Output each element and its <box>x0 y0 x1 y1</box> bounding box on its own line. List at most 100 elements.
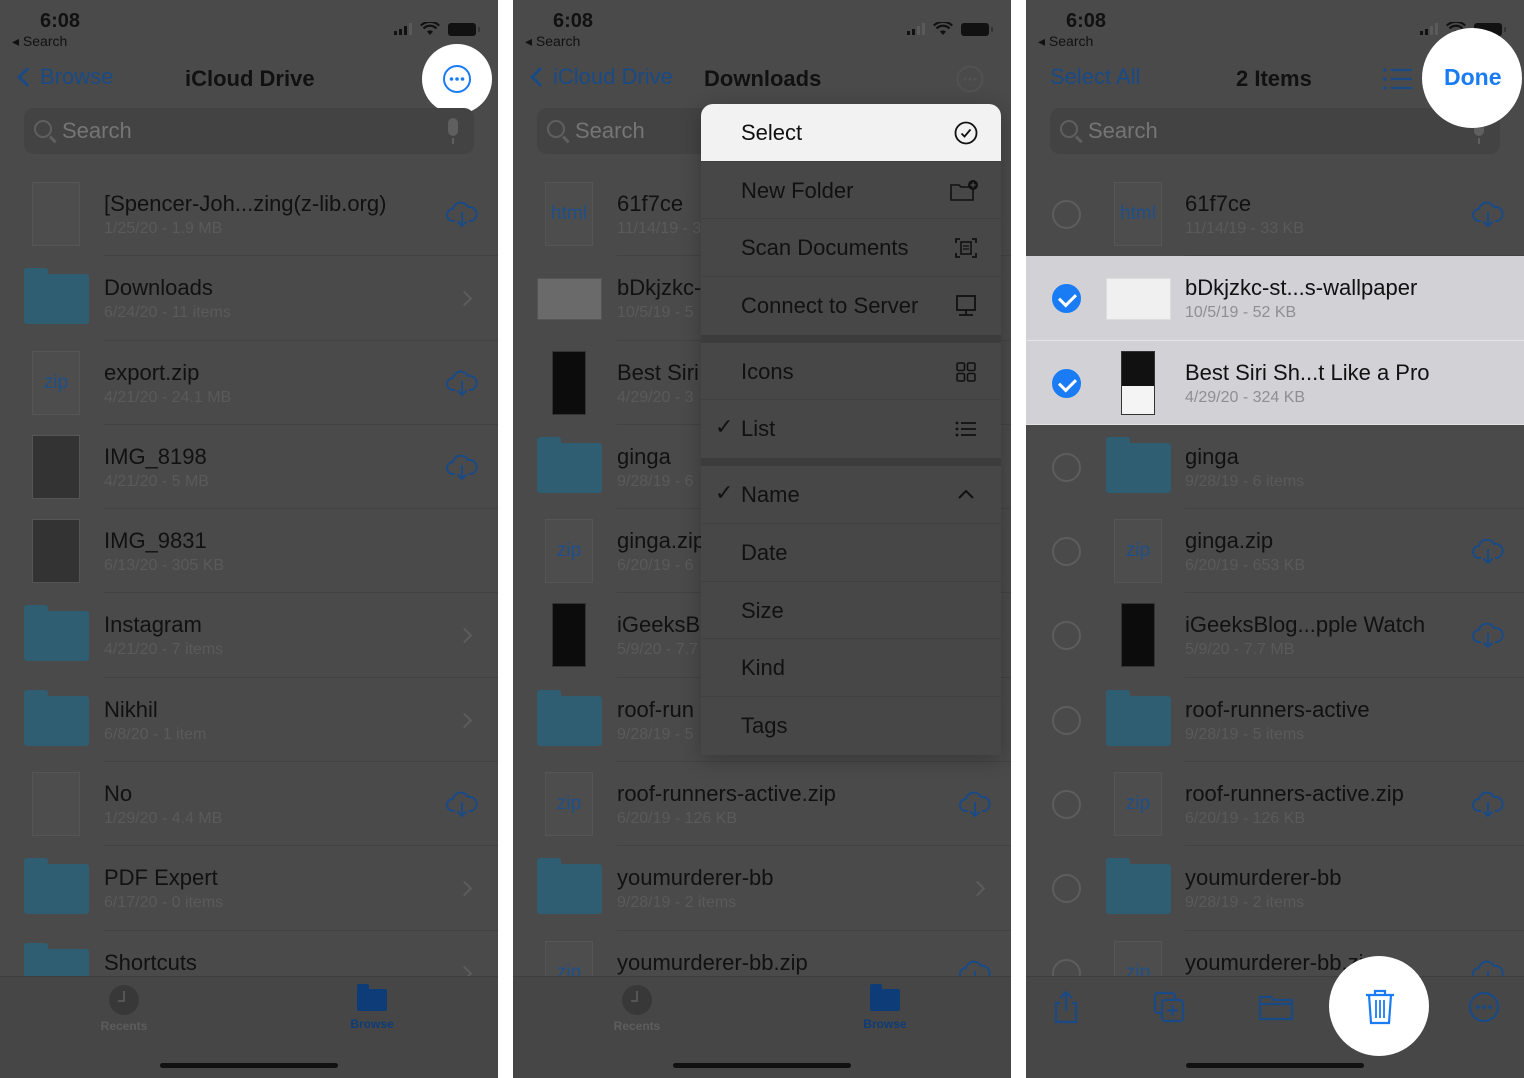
file-name: Downloads <box>104 275 213 301</box>
file-meta: 6/20/19 - 126 KB <box>1185 810 1306 828</box>
move-folder-icon[interactable] <box>1258 989 1294 1025</box>
list-item[interactable]: youmurderer-bb 9/28/19 - 2 items <box>513 846 1011 931</box>
menu-item-sort-size[interactable]: Size <box>701 582 1001 640</box>
file-name: iGeeksB <box>617 612 701 638</box>
menu-item-icons-view[interactable]: Icons <box>701 343 1001 401</box>
more-ellipsis-circle-icon[interactable] <box>1466 989 1502 1025</box>
list-item[interactable]: Instagram 4/21/20 - 7 items <box>0 593 498 678</box>
tab-browse[interactable]: Browse <box>322 984 422 1031</box>
checkmark-circle-icon <box>954 121 978 145</box>
download-cloud-icon[interactable] <box>1472 790 1504 818</box>
list-item[interactable]: zip export.zip 4/21/20 - 24.1 MB <box>0 341 498 425</box>
selection-checkbox[interactable] <box>1052 621 1081 651</box>
menu-item-sort-tags[interactable]: Tags <box>701 697 1001 755</box>
download-cloud-icon[interactable] <box>446 369 478 397</box>
download-cloud-icon[interactable] <box>446 453 478 481</box>
list-item[interactable]: iGeeksBlog...pple Watch 5/9/20 - 7.7 MB <box>1026 593 1524 678</box>
tab-recents[interactable]: Recents <box>74 985 174 1033</box>
home-indicator <box>160 1063 338 1068</box>
menu-item-select[interactable]: Select <box>701 104 1001 162</box>
file-name: roof-run <box>617 696 695 722</box>
selection-checkbox[interactable] <box>1052 537 1081 567</box>
microphone-icon[interactable] <box>448 118 458 144</box>
list-item[interactable]: html 61f7ce 11/14/19 - 33 KB <box>1026 172 1524 257</box>
list-item[interactable]: Best Siri Sh...t Like a Pro 4/29/20 - 324… <box>1026 340 1524 425</box>
list-item[interactable]: bDkjzkc-st...s-wallpaper 10/5/19 - 52 KB <box>1026 256 1524 341</box>
thumbnail-label: zip <box>1125 540 1151 562</box>
selection-checkbox[interactable] <box>1052 874 1081 904</box>
menu-item-list-view[interactable]: ✓ List <box>701 400 1001 458</box>
list-view-icon[interactable] <box>1382 66 1414 92</box>
duplicate-icon[interactable] <box>1151 989 1187 1025</box>
search-bar[interactable] <box>1050 108 1500 154</box>
status-time: 6:08 <box>553 10 594 32</box>
file-name: iGeeksBlog...pple Watch <box>1185 612 1426 638</box>
menu-item-new-folder[interactable]: New Folder <box>701 162 1001 220</box>
search-input[interactable] <box>1088 118 1448 144</box>
menu-item-connect-to-server[interactable]: Connect to Server <box>701 277 1001 335</box>
list-item[interactable]: zip ginga.zip 6/20/19 - 653 KB <box>1026 509 1524 594</box>
file-thumbnail: zip <box>1114 772 1162 837</box>
back-to-app-link[interactable]: ◂ Search <box>12 33 67 50</box>
file-list: html 61f7ce 11/14/19 - 33 KB bDkjzkc-st...s… <box>1026 172 1524 1015</box>
file-name: Shortcuts <box>104 949 197 975</box>
list-item[interactable]: zip roof-runners-active.zip 6/20/19 - 126 … <box>1026 762 1524 847</box>
tab-browse[interactable]: Browse <box>835 984 935 1031</box>
desktop-computer-icon <box>956 295 976 316</box>
search-input[interactable] <box>62 118 422 144</box>
file-meta: 5/9/20 - 7.7 MB <box>1185 641 1295 659</box>
list-item[interactable]: zip roof-runners-active.zip 6/20/19 - 126 … <box>513 762 1011 847</box>
search-bar[interactable] <box>24 108 474 154</box>
list-item[interactable]: roof-runners-active 9/28/19 - 5 items <box>1026 678 1524 763</box>
select-all-button[interactable]: Select All <box>1050 64 1141 90</box>
download-cloud-icon[interactable] <box>1472 537 1504 565</box>
trash-icon[interactable] <box>1363 988 1397 1026</box>
download-cloud-icon[interactable] <box>446 200 478 228</box>
list-item[interactable]: youmurderer-bb 9/28/19 - 2 items <box>1026 846 1524 931</box>
list-item[interactable]: [Spencer-Joh...zing(z-lib.org) 1/25/20 - … <box>0 172 498 257</box>
list-item[interactable]: PDF Expert 6/17/20 - 0 items <box>0 846 498 931</box>
selection-checkbox[interactable] <box>1052 284 1081 314</box>
file-name: export.zip <box>104 359 200 385</box>
back-button[interactable]: Browse <box>14 64 113 90</box>
file-name: youmurderer-bb.zip <box>617 949 808 975</box>
menu-item-sort-kind[interactable]: Kind <box>701 639 1001 697</box>
tab-recents[interactable]: Recents <box>587 985 687 1033</box>
list-item[interactable]: Downloads 6/24/20 - 11 items <box>0 256 498 341</box>
download-cloud-icon[interactable] <box>1472 200 1504 228</box>
download-cloud-icon[interactable] <box>959 790 991 818</box>
folder-icon <box>24 858 89 915</box>
file-thumbnail <box>1106 278 1171 321</box>
thumbnail-label: zip <box>556 540 582 562</box>
back-to-app-link[interactable]: ◂ Search <box>1038 33 1093 50</box>
menu-item-sort-date[interactable]: Date <box>701 524 1001 582</box>
list-item[interactable]: IMG_9831 6/13/20 - 305 KB <box>0 509 498 594</box>
download-cloud-icon[interactable] <box>446 790 478 818</box>
menu-item-sort-name[interactable]: ✓ Name <box>701 466 1001 524</box>
selection-checkbox[interactable] <box>1052 368 1081 398</box>
list-item[interactable]: IMG_8198 4/21/20 - 5 MB <box>0 425 498 510</box>
back-button[interactable]: iCloud Drive <box>527 64 673 90</box>
list-item[interactable]: Nikhil 6/8/20 - 1 item <box>0 678 498 763</box>
back-to-app-link[interactable]: ◂ Search <box>525 33 580 50</box>
done-button[interactable]: Done <box>1444 64 1502 91</box>
more-ellipsis-circle-icon[interactable] <box>956 65 984 93</box>
selection-checkbox[interactable] <box>1052 200 1081 229</box>
file-name: 61f7ce <box>617 191 684 216</box>
file-thumbnail <box>32 519 80 584</box>
file-name: Best Siri Sh...t Like a Pro <box>1185 359 1430 385</box>
file-meta: 4/29/20 - 324 KB <box>1185 388 1306 406</box>
selection-checkbox[interactable] <box>1052 790 1081 820</box>
download-cloud-icon[interactable] <box>1472 621 1504 649</box>
folder-badge-plus-icon <box>950 179 978 201</box>
share-icon[interactable] <box>1048 989 1084 1025</box>
selection-checkbox[interactable] <box>1052 452 1081 482</box>
list-item[interactable]: No 1/29/20 - 4.4 MB <box>0 762 498 847</box>
menu-item-scan-documents[interactable]: Scan Documents <box>701 219 1001 278</box>
panel-downloads-menu: 6:08 ◂ Search iCloud Drive Downloads htm… <box>513 0 1011 1078</box>
selection-checkbox[interactable] <box>1052 705 1081 735</box>
file-meta: 4/29/20 - 3 <box>617 388 694 406</box>
more-ellipsis-circle-icon[interactable] <box>442 64 472 94</box>
file-meta: 6/20/19 - 126 KB <box>617 810 738 828</box>
list-item[interactable]: ginga 9/28/19 - 6 items <box>1026 425 1524 510</box>
